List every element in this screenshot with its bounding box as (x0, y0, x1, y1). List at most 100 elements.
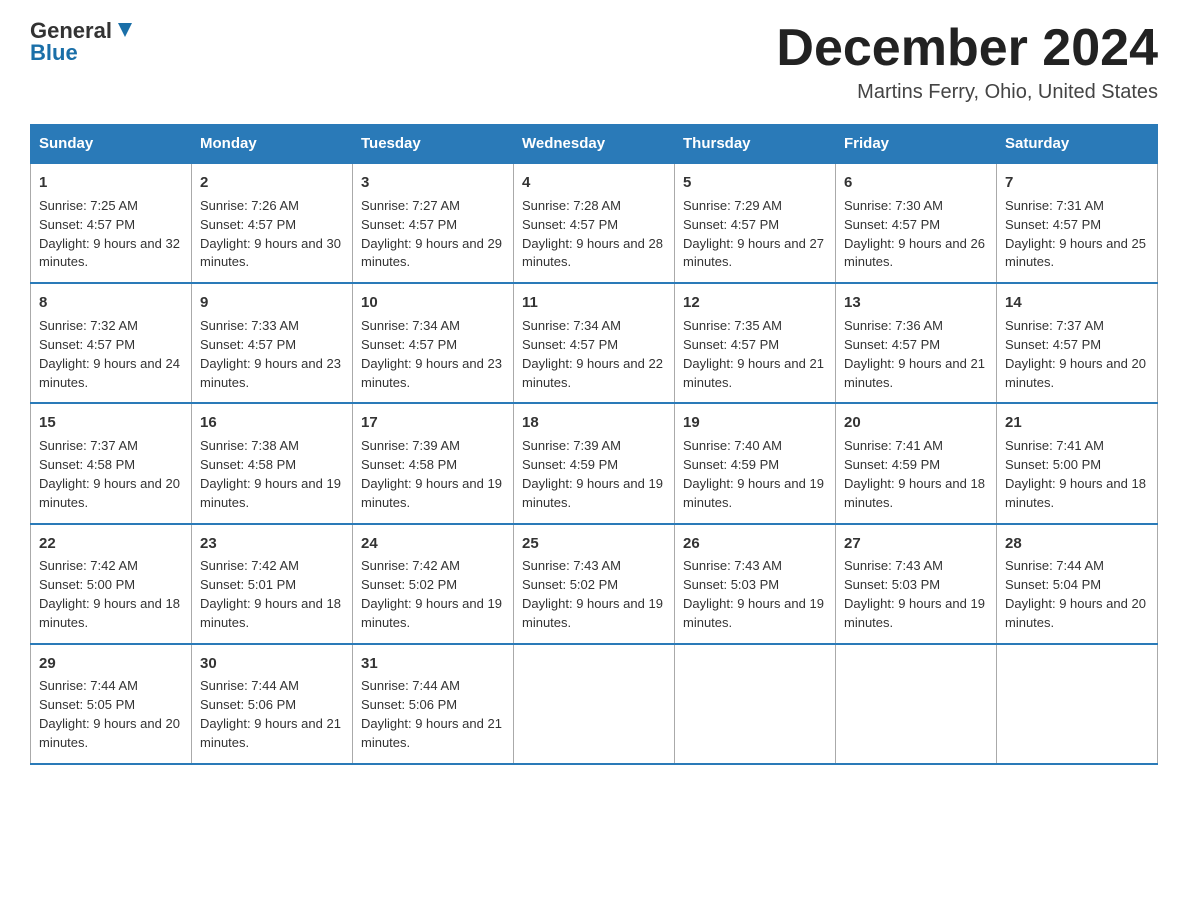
sunrise-text: Sunrise: 7:33 AM (200, 318, 299, 333)
sunset-text: Sunset: 5:01 PM (200, 577, 296, 592)
calendar-cell: 27Sunrise: 7:43 AMSunset: 5:03 PMDayligh… (836, 524, 997, 644)
sunset-text: Sunset: 4:59 PM (522, 457, 618, 472)
daylight-text: Daylight: 9 hours and 18 minutes. (844, 476, 985, 510)
sunset-text: Sunset: 5:03 PM (844, 577, 940, 592)
header-cell-monday: Monday (192, 125, 353, 164)
sunrise-text: Sunrise: 7:31 AM (1005, 198, 1104, 213)
sunset-text: Sunset: 5:03 PM (683, 577, 779, 592)
day-number: 2 (200, 172, 344, 194)
day-number: 15 (39, 412, 183, 434)
sunset-text: Sunset: 4:58 PM (39, 457, 135, 472)
sunset-text: Sunset: 4:58 PM (361, 457, 457, 472)
header-cell-saturday: Saturday (997, 125, 1158, 164)
sunset-text: Sunset: 4:57 PM (361, 337, 457, 352)
daylight-text: Daylight: 9 hours and 19 minutes. (361, 596, 502, 630)
sunset-text: Sunset: 4:59 PM (683, 457, 779, 472)
sunrise-text: Sunrise: 7:39 AM (522, 438, 621, 453)
calendar-cell: 14Sunrise: 7:37 AMSunset: 4:57 PMDayligh… (997, 283, 1158, 403)
logo-text-general: General (30, 20, 112, 42)
sunset-text: Sunset: 4:57 PM (39, 217, 135, 232)
sunrise-text: Sunrise: 7:37 AM (1005, 318, 1104, 333)
daylight-text: Daylight: 9 hours and 19 minutes. (522, 596, 663, 630)
logo: General Blue (30, 20, 136, 64)
day-number: 22 (39, 533, 183, 555)
sunrise-text: Sunrise: 7:44 AM (200, 678, 299, 693)
calendar-cell: 6Sunrise: 7:30 AMSunset: 4:57 PMDaylight… (836, 163, 997, 283)
sunset-text: Sunset: 4:58 PM (200, 457, 296, 472)
sunset-text: Sunset: 4:57 PM (522, 337, 618, 352)
daylight-text: Daylight: 9 hours and 27 minutes. (683, 236, 824, 270)
header-cell-wednesday: Wednesday (514, 125, 675, 164)
sunrise-text: Sunrise: 7:27 AM (361, 198, 460, 213)
month-title: December 2024 (776, 20, 1158, 77)
daylight-text: Daylight: 9 hours and 20 minutes. (39, 476, 180, 510)
day-number: 29 (39, 653, 183, 675)
daylight-text: Daylight: 9 hours and 23 minutes. (200, 356, 341, 390)
day-number: 1 (39, 172, 183, 194)
day-number: 28 (1005, 533, 1149, 555)
daylight-text: Daylight: 9 hours and 23 minutes. (361, 356, 502, 390)
sunset-text: Sunset: 5:00 PM (39, 577, 135, 592)
daylight-text: Daylight: 9 hours and 21 minutes. (361, 716, 502, 750)
calendar-table: SundayMondayTuesdayWednesdayThursdayFrid… (30, 124, 1158, 765)
calendar-cell: 28Sunrise: 7:44 AMSunset: 5:04 PMDayligh… (997, 524, 1158, 644)
calendar-cell: 26Sunrise: 7:43 AMSunset: 5:03 PMDayligh… (675, 524, 836, 644)
calendar-row: 29Sunrise: 7:44 AMSunset: 5:05 PMDayligh… (31, 644, 1158, 764)
logo-text-blue: Blue (30, 42, 78, 64)
header-cell-friday: Friday (836, 125, 997, 164)
daylight-text: Daylight: 9 hours and 25 minutes. (1005, 236, 1146, 270)
header-cell-thursday: Thursday (675, 125, 836, 164)
daylight-text: Daylight: 9 hours and 26 minutes. (844, 236, 985, 270)
day-number: 30 (200, 653, 344, 675)
calendar-cell: 1Sunrise: 7:25 AMSunset: 4:57 PMDaylight… (31, 163, 192, 283)
sunrise-text: Sunrise: 7:38 AM (200, 438, 299, 453)
sunset-text: Sunset: 4:57 PM (844, 337, 940, 352)
day-number: 6 (844, 172, 988, 194)
sunrise-text: Sunrise: 7:44 AM (39, 678, 138, 693)
daylight-text: Daylight: 9 hours and 18 minutes. (39, 596, 180, 630)
calendar-header: SundayMondayTuesdayWednesdayThursdayFrid… (31, 125, 1158, 164)
sunrise-text: Sunrise: 7:26 AM (200, 198, 299, 213)
location-text: Martins Ferry, Ohio, United States (776, 81, 1158, 104)
daylight-text: Daylight: 9 hours and 32 minutes. (39, 236, 180, 270)
calendar-body: 1Sunrise: 7:25 AMSunset: 4:57 PMDaylight… (31, 163, 1158, 764)
calendar-cell: 3Sunrise: 7:27 AMSunset: 4:57 PMDaylight… (353, 163, 514, 283)
sunset-text: Sunset: 4:57 PM (361, 217, 457, 232)
day-number: 17 (361, 412, 505, 434)
daylight-text: Daylight: 9 hours and 20 minutes. (39, 716, 180, 750)
daylight-text: Daylight: 9 hours and 18 minutes. (1005, 476, 1146, 510)
daylight-text: Daylight: 9 hours and 21 minutes. (683, 356, 824, 390)
sunrise-text: Sunrise: 7:43 AM (683, 558, 782, 573)
day-number: 5 (683, 172, 827, 194)
daylight-text: Daylight: 9 hours and 19 minutes. (200, 476, 341, 510)
calendar-cell: 25Sunrise: 7:43 AMSunset: 5:02 PMDayligh… (514, 524, 675, 644)
daylight-text: Daylight: 9 hours and 29 minutes. (361, 236, 502, 270)
sunset-text: Sunset: 4:57 PM (522, 217, 618, 232)
sunset-text: Sunset: 5:06 PM (361, 697, 457, 712)
header-cell-tuesday: Tuesday (353, 125, 514, 164)
daylight-text: Daylight: 9 hours and 20 minutes. (1005, 596, 1146, 630)
header-row: SundayMondayTuesdayWednesdayThursdayFrid… (31, 125, 1158, 164)
daylight-text: Daylight: 9 hours and 30 minutes. (200, 236, 341, 270)
calendar-row: 15 Sunrise: 7:37 AM Sunset: 4:58 PM Dayligh… (31, 403, 1158, 523)
daylight-text: Daylight: 9 hours and 19 minutes. (683, 596, 824, 630)
sunrise-text: Sunrise: 7:43 AM (844, 558, 943, 573)
sunrise-text: Sunrise: 7:42 AM (39, 558, 138, 573)
daylight-text: Daylight: 9 hours and 28 minutes. (522, 236, 663, 270)
calendar-cell: 22 Sunrise: 7:42 AM Sunset: 5:00 PM Dayligh… (31, 524, 192, 644)
day-number: 24 (361, 533, 505, 555)
logo-triangle-icon (114, 19, 136, 41)
sunrise-text: Sunrise: 7:41 AM (844, 438, 943, 453)
sunset-text: Sunset: 4:57 PM (1005, 337, 1101, 352)
day-number: 8 (39, 292, 183, 314)
sunrise-text: Sunrise: 7:37 AM (39, 438, 138, 453)
sunrise-text: Sunrise: 7:28 AM (522, 198, 621, 213)
daylight-text: Daylight: 9 hours and 22 minutes. (522, 356, 663, 390)
sunset-text: Sunset: 4:57 PM (39, 337, 135, 352)
calendar-cell (675, 644, 836, 764)
day-number: 21 (1005, 412, 1149, 434)
day-number: 31 (361, 653, 505, 675)
sunset-text: Sunset: 4:57 PM (200, 337, 296, 352)
calendar-cell: 21Sunrise: 7:41 AMSunset: 5:00 PMDayligh… (997, 403, 1158, 523)
page-header: General Blue December 2024 Martins Ferry… (30, 20, 1158, 104)
